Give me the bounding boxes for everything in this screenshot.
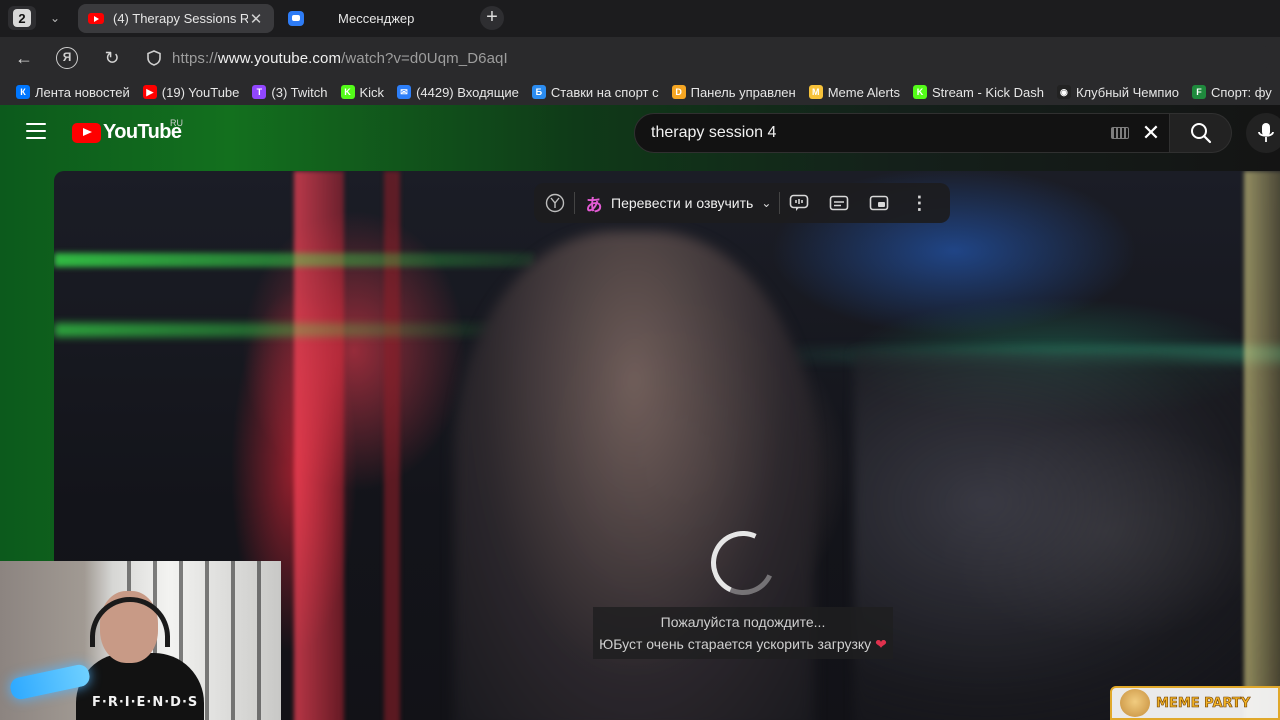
search-input[interactable]: therapy session 4 ✕ [634,113,1170,153]
bookmark-item[interactable]: ✉ (4429) Входящие [397,85,519,100]
bookmarks-bar: К Лента новостей ▶ (19) YouTube T (3) Twitch K… [0,79,1280,105]
twitch-icon: T [252,85,267,99]
tab-count-button[interactable]: 2 [8,6,36,30]
site-security-shield-icon[interactable] [136,50,172,66]
yandex-icon[interactable]: Я [56,47,78,69]
browser-tab-strip: 2 ⌄ (4) Therapy Sessions Ru ✕ Мессенджер… [0,0,1280,37]
chevron-down-icon[interactable]: ⌄ [761,196,771,210]
tab-messenger[interactable]: Мессенджер [278,4,474,33]
search-query-text: therapy session 4 [651,124,777,141]
youtube-icon: ▶ [142,85,157,99]
picture-in-picture-icon[interactable] [868,192,890,214]
kick-icon: K [340,85,355,99]
bookmark-label: (3) Twitch [271,84,328,100]
yandex-browser-icon[interactable] [544,192,566,214]
region-code: RU [170,118,183,128]
loading-subtitle: ЮБуст очень старается ускорить загрузку ❤ [593,633,893,655]
bookmark-label: Лента новостей [35,84,130,100]
bookmark-label: Ставки на спорт с [550,84,659,100]
voice-search-button[interactable] [1246,113,1280,153]
club-icon: ◉ [1056,85,1071,99]
back-arrow-icon[interactable]: ← [12,46,36,70]
meme-party-text: MEME PARTY [1156,695,1251,711]
translate-icon[interactable]: あ [583,192,605,215]
bookmark-label: Клубный Чемпио [1075,84,1179,100]
search-button[interactable] [1170,113,1232,153]
shirt-print: F·R·I·E·N·D·S [92,695,199,710]
youtube-header: YouTube RU therapy session 4 ✕ [0,105,1280,161]
bookmark-item[interactable]: К Лента новостей [16,85,130,100]
browser-toolbar: ← Я ↻ https://www.youtube.com/watch?v=d0… [0,37,1280,79]
tab-title: Мессенджер [338,11,415,26]
more-options-icon[interactable]: ⋮ [908,192,930,214]
loading-title: Пожалуйста подождите... [660,614,826,630]
bookmark-item[interactable]: ◉ Клубный Чемпио [1056,84,1179,100]
bookmark-item[interactable]: T (3) Twitch [252,84,328,100]
subtitles-icon[interactable] [828,192,850,214]
messenger-favicon-icon [288,11,304,26]
search-icon [1190,123,1211,144]
webcam-overlay: F·R·I·E·N·D·S [0,561,281,720]
translation-toolbar: あ Перевести и озвучить ⌄ ⋮ [534,183,950,223]
sport-icon: F [1191,85,1206,99]
bookmark-item[interactable]: F Спорт: фу [1191,84,1272,100]
divider [779,192,781,214]
bookmark-label: Kick [359,84,385,100]
mail-icon: ✉ [397,85,412,99]
vk-icon: К [16,85,30,99]
reload-icon[interactable]: ↻ [100,46,124,70]
tabs-menu-chevron-icon[interactable]: ⌄ [44,8,66,28]
loading-subtitle-text: ЮБуст очень старается ускорить загрузку [599,636,872,652]
voice-subtitle-icon[interactable] [788,192,810,214]
sports-bet-icon: Б [531,85,546,99]
translate-voice-label[interactable]: Перевести и озвучить [611,195,753,211]
close-tab-icon[interactable]: ✕ [248,10,264,28]
bookmark-label: Meme Alerts [827,84,900,100]
url-text: https://www.youtube.com/watch?v=d0Uqm_D6… [172,50,508,67]
tab-title: (4) Therapy Sessions Ru [113,11,248,26]
bookmark-label: Спорт: фу [1210,84,1272,100]
video-frame-light [54,253,534,267]
video-frame-crowd [854,351,1280,720]
bookmark-item[interactable]: ▶ (19) YouTube [142,84,240,100]
bookmark-label: Stream - Kick Dash [931,84,1044,100]
youtube-play-logo-icon [72,122,101,143]
url-path: /watch?v=d0Uqm_D6aqI [341,49,508,67]
divider [574,192,575,214]
clear-search-icon[interactable]: ✕ [1141,120,1161,146]
video-frame-light [54,323,494,337]
bookmark-item[interactable]: K Kick [340,84,385,100]
microphone-icon [1258,123,1274,142]
meme-party-badge: MEME PARTY [1110,686,1280,720]
bookmark-item[interactable]: Б Ставки на спорт с [531,84,659,100]
hamburger-menu-icon[interactable] [26,123,46,139]
youtube-logo[interactable]: YouTube [72,121,182,144]
address-bar[interactable]: https://www.youtube.com/watch?v=d0Uqm_D6… [136,42,1270,74]
bookmark-label: (4429) Входящие [416,84,519,100]
headset-icon [90,597,170,647]
donation-panel-icon: D [671,85,686,99]
keyboard-icon[interactable] [1111,127,1129,139]
new-tab-button[interactable]: + [480,6,504,30]
youtube-favicon-icon [88,13,104,24]
tab-count-badge: 2 [13,9,31,27]
bookmark-item[interactable]: M Meme Alerts [808,84,900,100]
bookmark-item[interactable]: K Stream - Kick Dash [912,84,1044,100]
url-host: www.youtube.com [217,49,342,67]
bookmark-item[interactable]: D Панель управлен [671,84,796,100]
meme-alerts-icon: M [808,85,823,99]
video-frame-light [1244,171,1280,720]
bookmark-label: Панель управлен [690,84,796,100]
bookmark-label: (19) YouTube [161,84,240,100]
url-prefix: https:// [172,49,218,67]
tab-youtube[interactable]: (4) Therapy Sessions Ru ✕ [78,4,274,33]
heart-icon: ❤ [875,636,887,652]
kick-icon: K [912,85,927,99]
doge-icon [1120,689,1150,717]
loading-message: Пожалуйста подождите... ЮБуст очень стар… [593,607,893,659]
